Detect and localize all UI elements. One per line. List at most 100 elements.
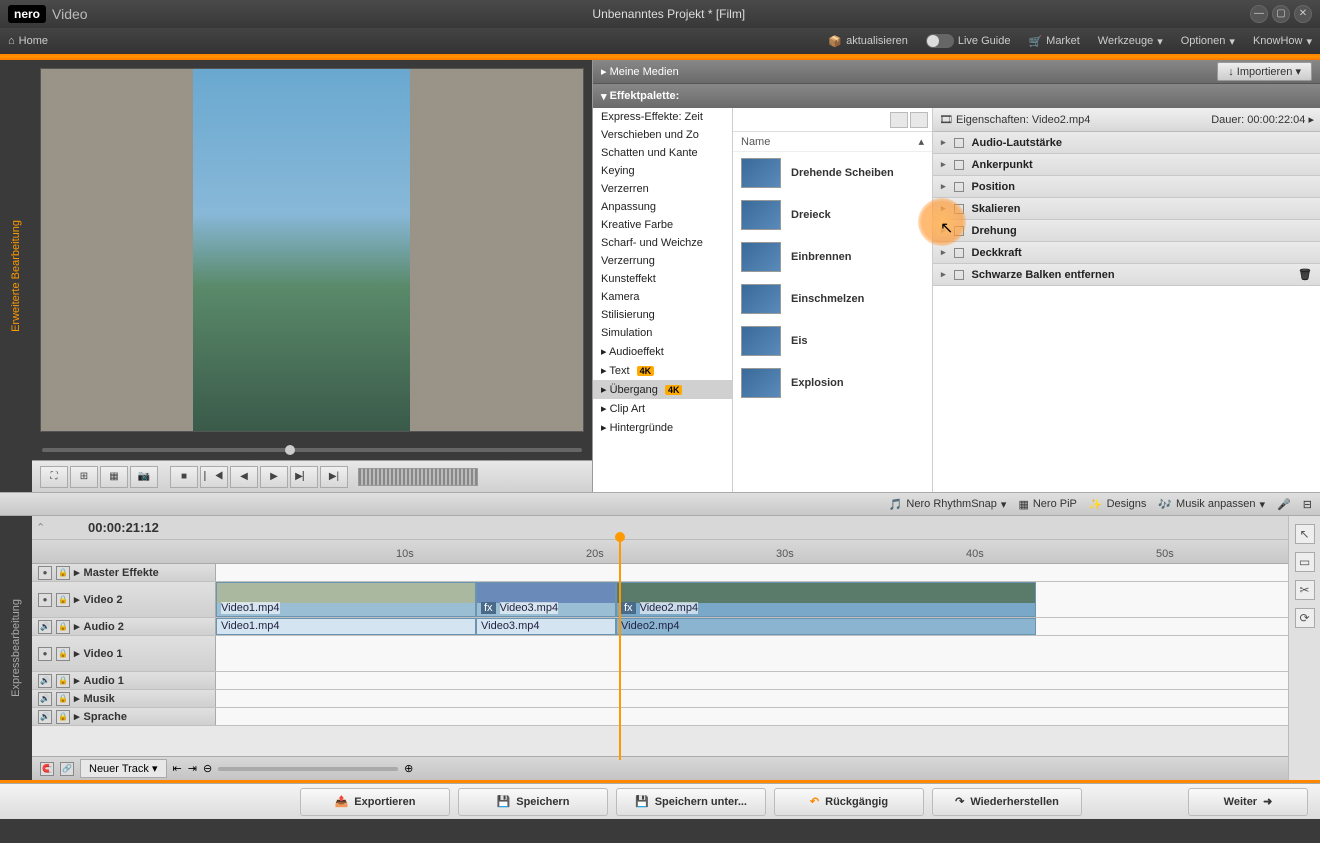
close-button[interactable]: ✕ [1294, 5, 1312, 23]
category-item[interactable]: Stilisierung [593, 306, 732, 324]
video-preview[interactable] [40, 68, 584, 432]
effects-header[interactable]: ▾ Effektpalette: [593, 84, 1320, 108]
property-row[interactable]: ▸Ankerpunkt [933, 154, 1320, 176]
category-item[interactable]: ▸ Clip Art [593, 399, 732, 418]
stop-button[interactable]: ■ [170, 466, 198, 488]
express-edit-tab[interactable]: Expressbearbeitung [0, 516, 32, 780]
time-ruler[interactable]: 10s20s30s40s50s [32, 540, 1288, 564]
select-tool[interactable]: ↖ [1295, 524, 1315, 544]
grid-button[interactable]: ▦ [100, 466, 128, 488]
clip-video1[interactable]: Video1.mp4 [216, 582, 476, 617]
effect-item[interactable]: Explosion [733, 362, 932, 404]
fit-button[interactable]: ⊞ [70, 466, 98, 488]
keyframe-toggle[interactable] [954, 138, 964, 148]
export-button[interactable]: 📤Exportieren [300, 788, 450, 816]
refresh-tool[interactable]: ⟳ [1295, 608, 1315, 628]
effect-item[interactable]: Einschmelzen [733, 278, 932, 320]
playhead[interactable] [619, 540, 621, 760]
market-button[interactable]: 🛒Market [1028, 35, 1079, 48]
step-back-button[interactable]: ◀ [230, 466, 258, 488]
keyframe-toggle[interactable] [954, 248, 964, 258]
property-row[interactable]: ▸Schwarze Balken entfernen🗑 [933, 264, 1320, 286]
category-item[interactable]: Verzerren [593, 180, 732, 198]
magnet-button[interactable]: 🧲 [40, 762, 54, 776]
clip-audio3[interactable]: Video3.mp4 [476, 618, 616, 635]
zoom-out-button[interactable]: ⊖ [203, 762, 212, 775]
keyframe-toggle[interactable] [954, 160, 964, 170]
view-list-button[interactable] [910, 112, 928, 128]
play-button[interactable]: ▶ [260, 466, 288, 488]
keyframe-toggle[interactable] [954, 226, 964, 236]
keyframe-toggle[interactable] [954, 270, 964, 280]
clip-audio1[interactable]: Video1.mp4 [216, 618, 476, 635]
category-item[interactable]: ▸ Übergang 4K [593, 380, 732, 399]
track-header-audio1[interactable]: 🔊🔒▸Audio 1 [32, 672, 216, 689]
category-item[interactable]: Verzerrung [593, 252, 732, 270]
category-item[interactable]: Kunsteffekt [593, 270, 732, 288]
track-header-musik[interactable]: 🔊🔒▸Musik [32, 690, 216, 707]
music-adjust-button[interactable]: 🎶 Musik anpassen▾ [1158, 498, 1265, 511]
rhythmsnap-button[interactable]: 🎵 Nero RhythmSnap▾ [889, 498, 1007, 511]
effect-item[interactable]: Eis [733, 320, 932, 362]
effect-item[interactable]: Einbrennen [733, 236, 932, 278]
tools-menu[interactable]: Werkzeuge ▾ [1098, 35, 1163, 48]
maximize-button[interactable]: ▢ [1272, 5, 1290, 23]
property-row[interactable]: ▸Position [933, 176, 1320, 198]
import-button[interactable]: ↓ Importieren ▾ [1217, 62, 1312, 81]
category-item[interactable]: ▸ Audioeffekt [593, 342, 732, 361]
marquee-tool[interactable]: ▭ [1295, 552, 1315, 572]
pip-button[interactable]: ▦ Nero PiP [1018, 498, 1076, 511]
preview-scrubber[interactable] [32, 440, 592, 460]
category-item[interactable]: Keying [593, 162, 732, 180]
minimize-button[interactable]: — [1250, 5, 1268, 23]
cut-tool[interactable]: ✂ [1295, 580, 1315, 600]
zoom-slider[interactable] [218, 767, 398, 771]
link-button[interactable]: 🔗 [60, 762, 74, 776]
property-row[interactable]: ▸Audio-Lautstärke [933, 132, 1320, 154]
category-item[interactable]: Schatten und Kante [593, 144, 732, 162]
clip-audio2[interactable]: Video2.mp4 [616, 618, 1036, 635]
category-item[interactable]: Simulation [593, 324, 732, 342]
split-button[interactable]: ⊟ [1303, 498, 1312, 511]
property-row[interactable]: ▸Drehung [933, 220, 1320, 242]
knowhow-menu[interactable]: KnowHow ▾ [1253, 35, 1312, 48]
prev-frame-button[interactable]: ⎸◀ [200, 466, 228, 488]
property-row[interactable]: ▸Deckkraft [933, 242, 1320, 264]
track-header-master[interactable]: ●🔒▸Master Effekte [32, 564, 216, 581]
trash-icon[interactable]: 🗑 [1298, 268, 1312, 281]
effect-item[interactable]: Dreieck [733, 194, 932, 236]
clip-video3[interactable]: fxVideo3.mp4 [476, 582, 616, 617]
category-item[interactable]: Kreative Farbe [593, 216, 732, 234]
mic-button[interactable]: 🎤 [1277, 498, 1291, 511]
options-menu[interactable]: Optionen ▾ [1181, 35, 1235, 48]
designs-button[interactable]: ✨ Designs [1089, 498, 1146, 511]
category-item[interactable]: Express-Effekte: Zeit [593, 108, 732, 126]
liveguide-toggle[interactable]: Live Guide [926, 34, 1011, 48]
next-frame-button[interactable]: ▶| [320, 466, 348, 488]
fullscreen-button[interactable]: ⛶ [40, 466, 68, 488]
jog-wheel[interactable] [358, 468, 478, 486]
home-button[interactable]: ⌂ Home [8, 35, 48, 47]
save-button[interactable]: 💾Speichern [458, 788, 608, 816]
category-item[interactable]: ▸ Text 4K [593, 361, 732, 380]
category-item[interactable]: Scharf- und Weichze [593, 234, 732, 252]
zoom-end-button[interactable]: ⇥ [188, 762, 197, 775]
new-track-button[interactable]: Neuer Track ▾ [80, 759, 167, 778]
advanced-edit-tab[interactable]: Erweiterte Bearbeitung [0, 60, 32, 492]
track-header-audio2[interactable]: 🔊🔒▸Audio 2 [32, 618, 216, 635]
keyframe-toggle[interactable] [954, 182, 964, 192]
saveas-button[interactable]: 💾Speichern unter... [616, 788, 766, 816]
keyframe-toggle[interactable] [954, 204, 964, 214]
category-item[interactable]: Anpassung [593, 198, 732, 216]
zoom-in-button[interactable]: ⊕ [404, 762, 413, 775]
redo-button[interactable]: ↷Wiederherstellen [932, 788, 1082, 816]
undo-button[interactable]: ↶Rückgängig [774, 788, 924, 816]
track-header-sprache[interactable]: 🔊🔒▸Sprache [32, 708, 216, 725]
snapshot-button[interactable]: 📷 [130, 466, 158, 488]
effect-item[interactable]: Drehende Scheiben [733, 152, 932, 194]
track-header-video2[interactable]: ●🔒▸Video 2 [32, 582, 216, 617]
zoom-start-button[interactable]: ⇤ [173, 762, 182, 775]
clip-video2[interactable]: fxVideo2.mp4 [616, 582, 1036, 617]
update-button[interactable]: 📦aktualisieren [828, 35, 907, 48]
property-row[interactable]: ▸Skalieren [933, 198, 1320, 220]
